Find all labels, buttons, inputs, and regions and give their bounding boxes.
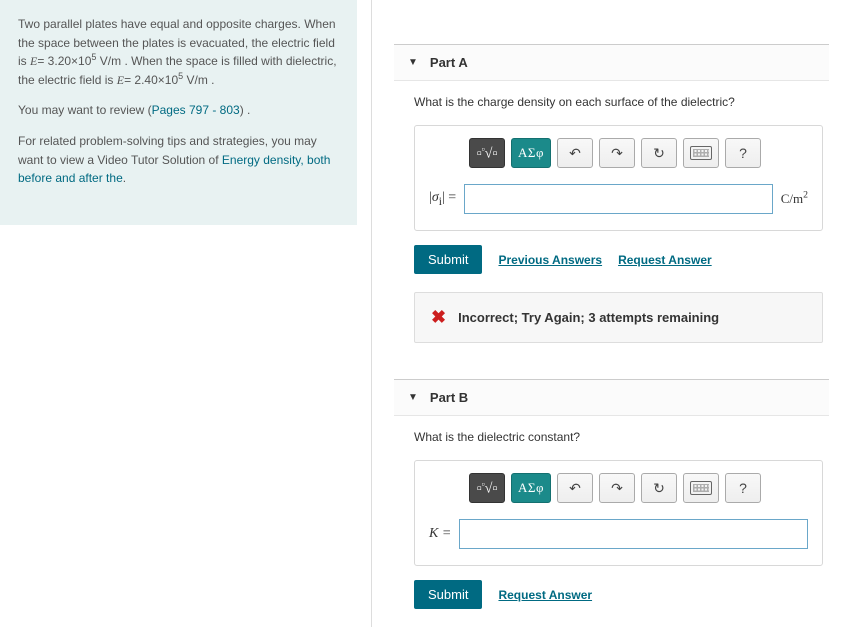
e2-value: = 2.40×10 [124, 73, 178, 87]
answer-panel: ▼ Part A What is the charge density on e… [372, 0, 841, 627]
reset-icon: ↻ [653, 145, 665, 162]
template-icon: ▫▫√▫ [477, 144, 498, 163]
part-a-title: Part A [430, 55, 468, 70]
redo-icon: ↷ [611, 145, 623, 162]
undo-icon: ↶ [569, 480, 581, 497]
greek-letters-button[interactable]: ΑΣφ [511, 138, 551, 168]
problem-statement: Two parallel plates have equal and oppos… [0, 0, 357, 225]
collapse-icon: ▼ [408, 57, 418, 68]
part-b-header[interactable]: ▼ Part B [394, 379, 829, 416]
k-label: K = [429, 526, 451, 542]
part-b-request-answer-link[interactable]: Request Answer [498, 588, 592, 602]
feedback-text: Incorrect; Try Again; 3 attempts remaini… [458, 310, 719, 325]
reset-button[interactable]: ↻ [641, 473, 677, 503]
formula-toolbar: ▫▫√▫ ΑΣφ ↶ ↷ ↻ ? [429, 138, 808, 168]
part-a-unit: C/m2 [781, 191, 808, 207]
previous-answers-link[interactable]: Previous Answers [498, 253, 602, 267]
template-icon: ▫▫√▫ [477, 479, 498, 498]
e1-unit: V/m [96, 54, 121, 68]
e2-symbol: E [117, 73, 124, 87]
review-pre: You may want to review ( [18, 103, 152, 117]
help-label: ? [739, 145, 747, 161]
part-a-answer-input[interactable] [464, 184, 773, 214]
undo-button[interactable]: ↶ [557, 473, 593, 503]
reset-button[interactable]: ↻ [641, 138, 677, 168]
part-a-answer-box: ▫▫√▫ ΑΣφ ↶ ↷ ↻ ? |σi| = [414, 125, 823, 231]
redo-button[interactable]: ↷ [599, 473, 635, 503]
greek-label: ΑΣφ [518, 480, 544, 496]
problem-text-post: . [211, 73, 214, 87]
part-b-title: Part B [430, 390, 468, 405]
e1-value: = 3.20×10 [37, 54, 91, 68]
greek-label: ΑΣφ [518, 145, 544, 161]
tips-post: . [123, 171, 126, 185]
greek-letters-button[interactable]: ΑΣφ [511, 473, 551, 503]
part-a-section: ▼ Part A What is the charge density on e… [394, 44, 829, 343]
collapse-icon: ▼ [408, 392, 418, 403]
part-b-section: ▼ Part B What is the dielectric constant… [394, 379, 829, 609]
part-a-header[interactable]: ▼ Part A [394, 44, 829, 81]
template-button[interactable]: ▫▫√▫ [469, 473, 505, 503]
part-b-answer-box: ▫▫√▫ ΑΣφ ↶ ↷ ↻ ? K = [414, 460, 823, 566]
sigma-label: |σi| = [429, 190, 456, 208]
reset-icon: ↻ [653, 480, 665, 497]
part-b-answer-input[interactable] [459, 519, 808, 549]
help-label: ? [739, 480, 747, 496]
redo-icon: ↷ [611, 480, 623, 497]
formula-toolbar: ▫▫√▫ ΑΣφ ↶ ↷ ↻ ? [429, 473, 808, 503]
template-button[interactable]: ▫▫√▫ [469, 138, 505, 168]
keyboard-button[interactable] [683, 138, 719, 168]
part-a-question: What is the charge density on each surfa… [414, 95, 823, 109]
e2-unit: V/m [183, 73, 208, 87]
undo-icon: ↶ [569, 145, 581, 162]
keyboard-button[interactable] [683, 473, 719, 503]
keyboard-icon [690, 146, 712, 160]
part-a-request-answer-link[interactable]: Request Answer [618, 253, 712, 267]
help-button[interactable]: ? [725, 138, 761, 168]
help-button[interactable]: ? [725, 473, 761, 503]
review-pages-link[interactable]: Pages 797 - 803 [152, 103, 240, 117]
part-b-question: What is the dielectric constant? [414, 430, 823, 444]
keyboard-icon [690, 481, 712, 495]
part-a-submit-button[interactable]: Submit [414, 245, 482, 274]
redo-button[interactable]: ↷ [599, 138, 635, 168]
part-a-feedback: ✖ Incorrect; Try Again; 3 attempts remai… [414, 292, 823, 343]
incorrect-icon: ✖ [431, 307, 446, 328]
part-b-submit-button[interactable]: Submit [414, 580, 482, 609]
review-post: ) . [240, 103, 251, 117]
undo-button[interactable]: ↶ [557, 138, 593, 168]
